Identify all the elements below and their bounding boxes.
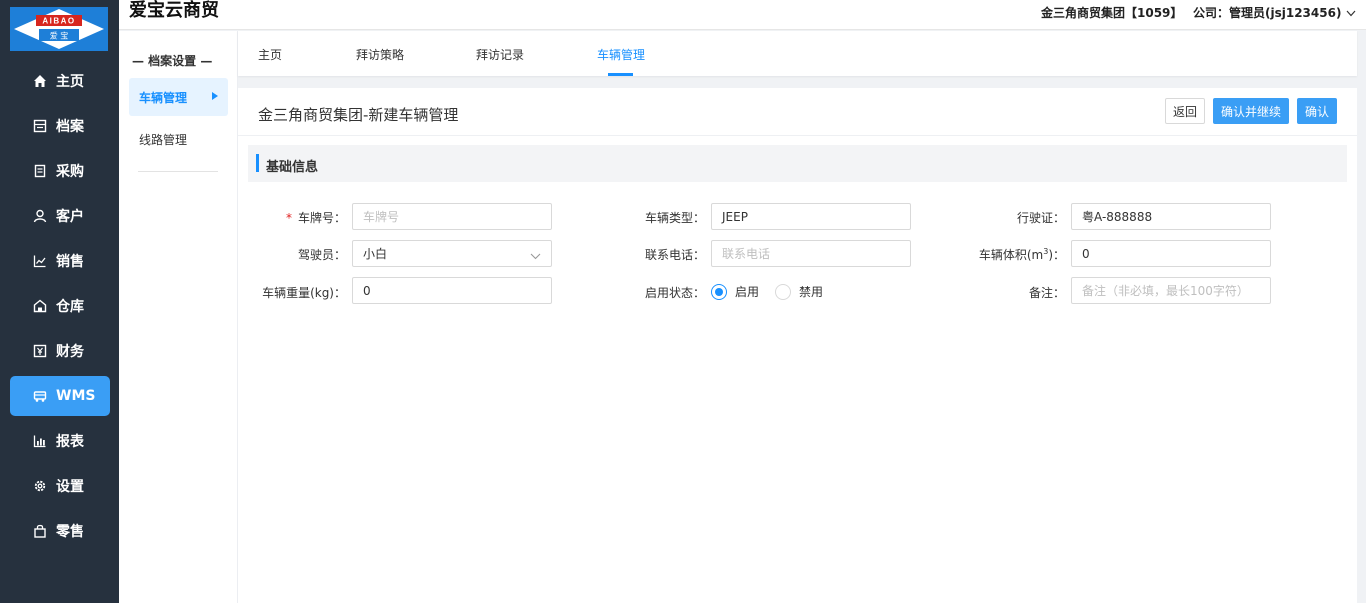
nav-item-retail[interactable]: 零售 <box>10 511 110 551</box>
driver-label: 驾驶员： <box>297 248 346 262</box>
tab-visit-strategy[interactable]: 拜访策略 <box>356 46 404 63</box>
phone-label: 联系电话： <box>644 248 705 262</box>
nav-item-label: 报表 <box>56 434 84 450</box>
nav-item-customer[interactable]: 客户 <box>10 196 110 236</box>
subnav-item-label: 线路管理 <box>139 132 188 147</box>
subnav-item-route[interactable]: 线路管理 <box>129 120 228 158</box>
nav-item-archive[interactable]: 档案 <box>10 106 110 146</box>
tab-vehicle-management[interactable]: 车辆管理 <box>597 46 645 63</box>
subnav-item-vehicle[interactable]: 车辆管理 <box>129 78 228 116</box>
home-icon <box>32 73 48 89</box>
volume-label: 车辆体积(m3)： <box>978 247 1065 262</box>
status-enabled-option[interactable]: 启用 <box>711 283 759 300</box>
status-disabled-option[interactable]: 禁用 <box>775 283 823 300</box>
user-icon <box>32 208 48 224</box>
status-enabled-label: 启用 <box>735 285 760 299</box>
nav-item-label: 档案 <box>56 119 84 135</box>
bag-icon <box>32 523 48 539</box>
driver-select[interactable]: 小白 <box>352 240 552 267</box>
status-label: 启用状态： <box>644 286 705 300</box>
top-header: 爱宝云商贸 金三角商贸集团【1059】 公司：管理员(jsj123456) <box>119 0 1366 30</box>
user-label: 公司：管理员(jsj123456) <box>1193 6 1342 20</box>
section-accent <box>256 154 259 172</box>
active-tab-indicator <box>608 73 633 76</box>
tab-bar: 主页 拜访策略 拜访记录 车辆管理 <box>238 31 1357 76</box>
subnav-title: — 档案设置 — <box>132 54 213 68</box>
remark-label: 备注： <box>1028 286 1065 300</box>
vehicle-type-label: 车辆类型： <box>644 211 705 225</box>
nav-item-wms[interactable]: WMS <box>10 376 110 416</box>
vehicle-type-input[interactable]: JEEP <box>711 203 911 230</box>
warehouse-icon <box>32 298 48 314</box>
nav-item-home[interactable]: 主页 <box>10 61 110 101</box>
weight-input[interactable]: 0 <box>352 277 552 304</box>
chevron-down-icon <box>1346 6 1356 20</box>
nav-item-label: 销售 <box>56 254 84 270</box>
svg-text:爱 宝: 爱 宝 <box>50 31 69 41</box>
divider <box>138 171 218 172</box>
page-title: 金三角商贸集团-新建车辆管理 <box>258 106 459 124</box>
license-label: 行驶证： <box>1016 211 1065 225</box>
truck-icon <box>32 388 48 404</box>
nav-item-label: 客户 <box>56 209 84 225</box>
radio-unchecked-icon[interactable] <box>775 283 791 300</box>
finance-icon <box>32 343 48 359</box>
main-panel: 金三角商贸集团-新建车辆管理 返回 确认并继续 确认 基础信息 * 车牌号： 车牌… <box>238 88 1357 603</box>
plate-input[interactable]: 车牌号 <box>352 203 552 230</box>
required-mark: * <box>285 211 292 225</box>
remark-input[interactable]: 备注（非必填，最长100字符） <box>1071 277 1271 304</box>
section-title: 基础信息 <box>266 160 319 175</box>
license-input[interactable]: 粤A-888888 <box>1071 203 1271 230</box>
brand-title: 爱宝云商贸 <box>129 0 219 21</box>
nav-item-label: WMS <box>56 388 96 404</box>
archive-icon <box>32 118 48 134</box>
nav-item-purchase[interactable]: 采购 <box>10 151 110 191</box>
volume-input[interactable]: 0 <box>1071 240 1271 267</box>
confirm-and-continue-button[interactable]: 确认并继续 <box>1213 98 1289 124</box>
purchase-icon <box>32 163 48 179</box>
phone-input[interactable]: 联系电话 <box>711 240 911 267</box>
svg-text:AIBAO: AIBAO <box>42 17 75 26</box>
main-sidebar: AIBAO 爱 宝 主页 档案 采购 客户 销售 仓库 财务 WMS 报表 设置… <box>0 0 119 603</box>
user-menu[interactable]: 公司：管理员(jsj123456) <box>1193 4 1356 21</box>
tab-home[interactable]: 主页 <box>258 46 282 63</box>
archive-settings-sidebar: — 档案设置 — 车辆管理 线路管理 <box>119 31 238 603</box>
nav-item-label: 零售 <box>56 524 84 540</box>
status-disabled-label: 禁用 <box>799 285 824 299</box>
plate-label: * 车牌号： <box>285 211 346 225</box>
tab-visit-records[interactable]: 拜访记录 <box>476 46 524 63</box>
section-header: 基础信息 <box>248 145 1347 182</box>
nav-item-label: 财务 <box>56 344 84 360</box>
driver-value: 小白 <box>363 247 388 261</box>
confirm-button[interactable]: 确认 <box>1297 98 1337 124</box>
nav-item-reports[interactable]: 报表 <box>10 421 110 461</box>
back-button[interactable]: 返回 <box>1165 98 1205 124</box>
nav-item-sales[interactable]: 销售 <box>10 241 110 281</box>
caret-right-icon <box>212 92 218 100</box>
bar-chart-icon <box>32 433 48 449</box>
gear-icon <box>32 478 48 494</box>
nav-item-warehouse[interactable]: 仓库 <box>10 286 110 326</box>
nav-item-label: 仓库 <box>56 299 84 315</box>
chart-line-icon <box>32 253 48 269</box>
chevron-down-icon <box>530 249 541 263</box>
nav-item-finance[interactable]: 财务 <box>10 331 110 371</box>
nav-item-label: 采购 <box>56 164 84 180</box>
nav-item-label: 设置 <box>56 479 84 495</box>
radio-checked-icon[interactable] <box>711 283 727 300</box>
divider <box>238 135 1357 136</box>
weight-label: 车辆重量(kg)： <box>262 286 346 300</box>
group-name: 金三角商贸集团【1059】 <box>1041 6 1183 20</box>
nav-item-label: 主页 <box>56 74 84 90</box>
aibao-logo[interactable]: AIBAO 爱 宝 <box>10 7 108 51</box>
nav-item-settings[interactable]: 设置 <box>10 466 110 506</box>
subnav-item-label: 车辆管理 <box>139 90 188 105</box>
